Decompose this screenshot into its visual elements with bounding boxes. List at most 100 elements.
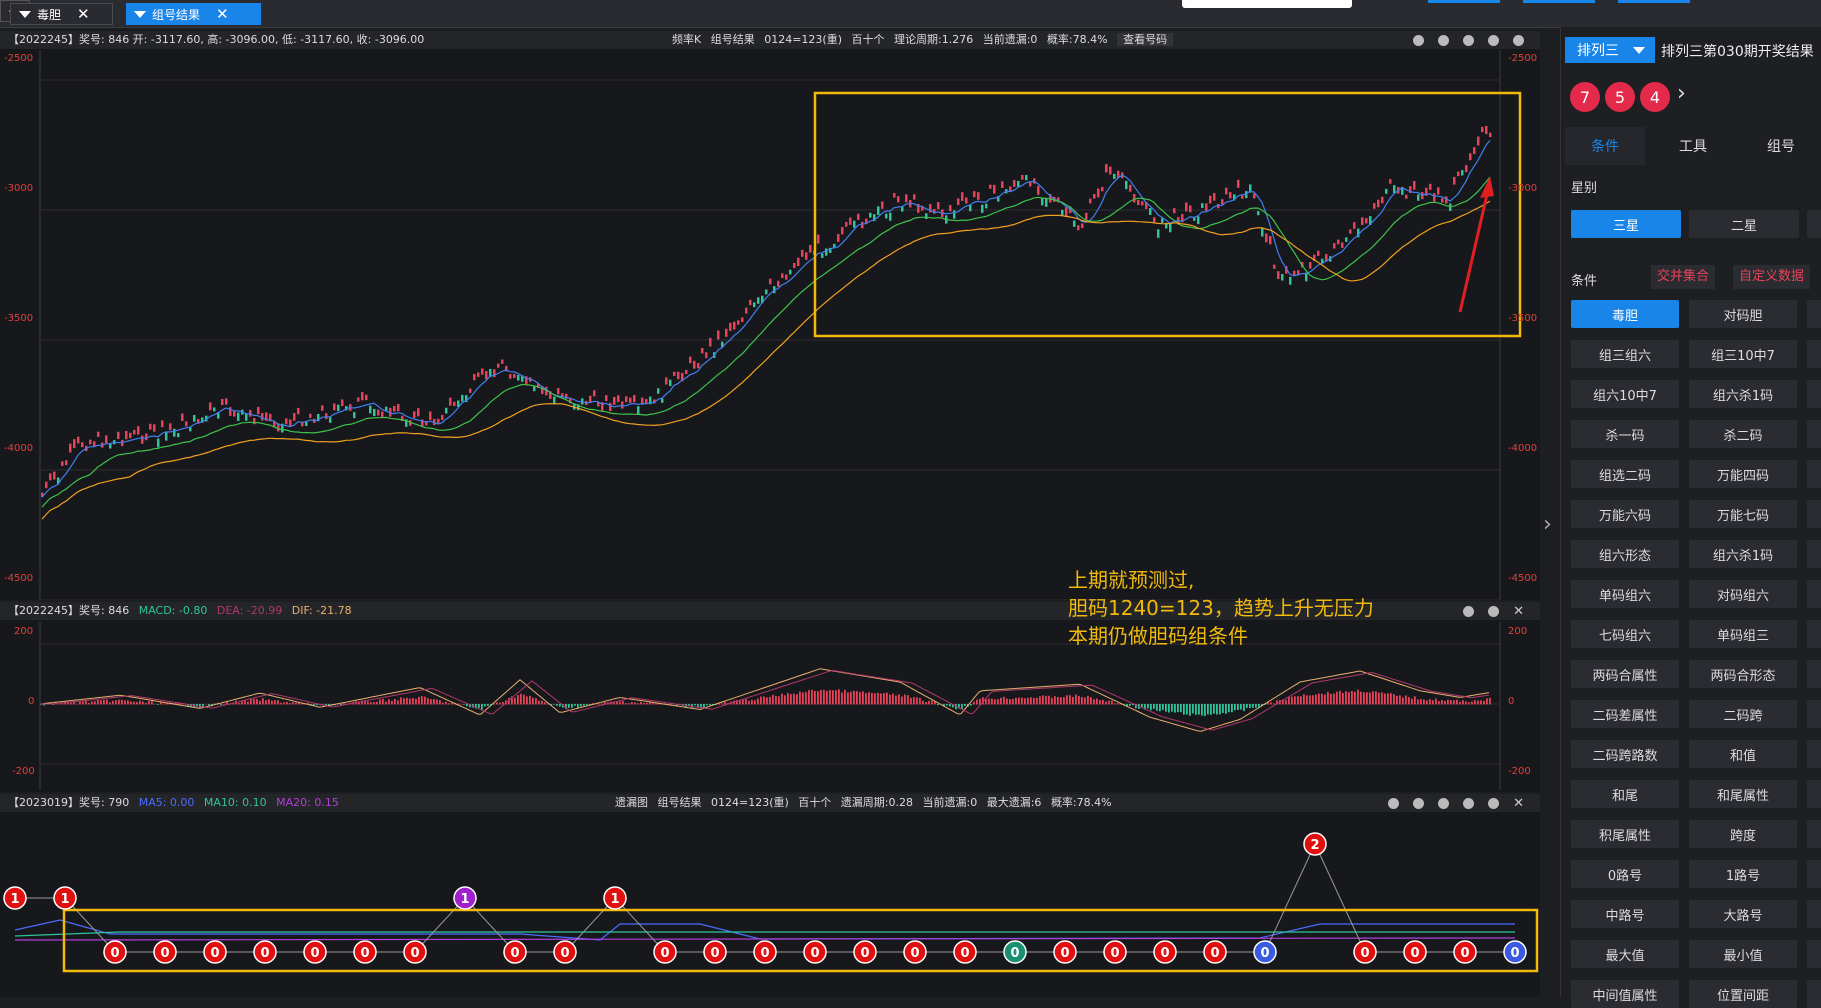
candle xyxy=(725,328,728,337)
condition-button[interactable]: 万能四码 xyxy=(1689,460,1797,488)
condition-button[interactable]: 组六杀1码 xyxy=(1689,380,1797,408)
close-icon[interactable]: ✕ xyxy=(1513,605,1524,618)
condition-button[interactable]: 组三10中7 xyxy=(1689,340,1797,368)
condition-button-more[interactable] xyxy=(1807,980,1821,1008)
condition-button[interactable]: 1路号 xyxy=(1689,860,1797,888)
condition-button[interactable]: 组六杀1码 xyxy=(1689,540,1797,568)
condition-button-more[interactable] xyxy=(1807,340,1821,368)
condition-button[interactable]: 七码组六 xyxy=(1571,620,1679,648)
arrow-down-icon[interactable] xyxy=(1463,797,1475,809)
condition-button-more[interactable] xyxy=(1807,660,1821,688)
candle xyxy=(981,204,984,213)
settings-icon[interactable] xyxy=(1488,797,1500,809)
tab-conditions[interactable]: 条件 xyxy=(1565,127,1645,165)
macd-bar xyxy=(520,693,522,705)
miss-dot-label: 1 xyxy=(460,892,469,907)
condition-button-more[interactable] xyxy=(1807,820,1821,848)
star-2-button[interactable]: 二星 xyxy=(1689,210,1799,238)
lottery-select[interactable]: 排列三 xyxy=(1565,37,1655,63)
close-icon[interactable]: ✕ xyxy=(77,5,90,23)
condition-button[interactable]: 0路号 xyxy=(1571,860,1679,888)
view-numbers-button[interactable]: 查看号码 xyxy=(1117,33,1174,46)
condition-button[interactable]: 万能六码 xyxy=(1571,500,1679,528)
settings-icon[interactable] xyxy=(1513,34,1524,46)
condition-button-more[interactable] xyxy=(1807,420,1821,448)
candle xyxy=(881,201,884,209)
macd-bar xyxy=(478,704,480,708)
condition-button[interactable]: 单码组三 xyxy=(1689,620,1797,648)
condition-button[interactable]: 单码组六 xyxy=(1571,580,1679,608)
macd-bar xyxy=(1216,704,1218,715)
condition-button[interactable]: 组六10中7 xyxy=(1571,380,1679,408)
condition-button-more[interactable] xyxy=(1807,380,1821,408)
condition-button[interactable]: 积尾属性 xyxy=(1571,820,1679,848)
condition-button-more[interactable] xyxy=(1807,620,1821,648)
condition-button[interactable]: 两码合形态 xyxy=(1689,660,1797,688)
condition-button-more[interactable] xyxy=(1807,860,1821,888)
condition-button-more[interactable] xyxy=(1807,700,1821,728)
condition-button[interactable]: 组选二码 xyxy=(1571,460,1679,488)
candle xyxy=(237,412,240,421)
custom-data-link[interactable]: 自定义数据 xyxy=(1733,265,1811,289)
miss-chart[interactable]: 1 1 0 0 0 0 0 0 0 1 0 0 1 0 0 0 0 0 0 0 0 0 0 0 0 0 2 0 0 0 0 xyxy=(0,814,1560,997)
chevron-right-icon[interactable]: › xyxy=(1677,81,1686,106)
condition-button[interactable]: 对码胆 xyxy=(1689,300,1797,328)
condition-button[interactable]: 大路号 xyxy=(1689,900,1797,928)
condition-button[interactable]: 最小值 xyxy=(1689,940,1797,968)
settings-icon[interactable] xyxy=(1488,605,1500,617)
close-icon[interactable]: ✕ xyxy=(216,5,229,23)
condition-button[interactable]: 杀二码 xyxy=(1689,420,1797,448)
condition-button-more[interactable] xyxy=(1807,460,1821,488)
condition-button[interactable]: 万能七码 xyxy=(1689,500,1797,528)
condition-button[interactable]: 二码差属性 xyxy=(1571,700,1679,728)
condition-button-more[interactable] xyxy=(1807,940,1821,968)
condition-button-more[interactable] xyxy=(1807,540,1821,568)
condition-button[interactable]: 二码跨 xyxy=(1689,700,1797,728)
tab-group[interactable]: 组号 xyxy=(1741,127,1821,165)
condition-button[interactable]: 位置间距 xyxy=(1689,980,1797,1008)
condition-button-more[interactable] xyxy=(1807,780,1821,808)
edit-icon[interactable] xyxy=(1413,34,1424,46)
candle xyxy=(1089,198,1092,204)
pin-icon[interactable] xyxy=(1388,797,1400,809)
tab-dudan[interactable]: 毒胆 ✕ xyxy=(10,3,113,25)
condition-button-more[interactable] xyxy=(1807,300,1821,328)
condition-button[interactable]: 组六形态 xyxy=(1571,540,1679,568)
intersect-union-link[interactable]: 交并集合 xyxy=(1651,265,1716,289)
star-3-button[interactable]: 三星 xyxy=(1571,210,1681,238)
tab-tools[interactable]: 工具 xyxy=(1653,127,1733,165)
undo-icon[interactable] xyxy=(1413,797,1425,809)
condition-button-more[interactable] xyxy=(1807,500,1821,528)
kline-chart[interactable] xyxy=(0,50,1540,600)
condition-button-more[interactable] xyxy=(1807,740,1821,768)
arrow-up-icon[interactable] xyxy=(1438,797,1450,809)
tab-result[interactable]: 组号结果 ✕ xyxy=(126,3,261,25)
condition-button[interactable]: 毒胆 xyxy=(1571,300,1679,328)
condition-button[interactable]: 和尾属性 xyxy=(1689,780,1797,808)
condition-button[interactable]: 组三组六 xyxy=(1571,340,1679,368)
top-button[interactable] xyxy=(1618,0,1690,3)
condition-button[interactable]: 杀一码 xyxy=(1571,420,1679,448)
condition-button[interactable]: 跨度 xyxy=(1689,820,1797,848)
top-button[interactable] xyxy=(1523,0,1595,3)
candle xyxy=(1189,205,1192,213)
arrow-down-icon[interactable] xyxy=(1488,34,1499,46)
macd-bar xyxy=(913,697,915,705)
undo-icon[interactable] xyxy=(1438,34,1449,46)
condition-button[interactable]: 中间值属性 xyxy=(1571,980,1679,1008)
condition-button[interactable]: 对码组六 xyxy=(1689,580,1797,608)
arrow-up-icon[interactable] xyxy=(1463,34,1474,46)
condition-button[interactable]: 和值 xyxy=(1689,740,1797,768)
condition-button[interactable]: 最大值 xyxy=(1571,940,1679,968)
condition-button[interactable]: 两码合属性 xyxy=(1571,660,1679,688)
condition-button-more[interactable] xyxy=(1807,900,1821,928)
chevron-right-icon[interactable]: › xyxy=(1543,512,1552,537)
condition-button[interactable]: 和尾 xyxy=(1571,780,1679,808)
star-more-button[interactable] xyxy=(1807,210,1821,238)
close-icon[interactable]: ✕ xyxy=(1513,797,1524,810)
pin-icon[interactable] xyxy=(1463,605,1475,617)
top-button[interactable] xyxy=(1428,0,1500,3)
condition-button[interactable]: 二码跨路数 xyxy=(1571,740,1679,768)
condition-button[interactable]: 中路号 xyxy=(1571,900,1679,928)
condition-button-more[interactable] xyxy=(1807,580,1821,608)
